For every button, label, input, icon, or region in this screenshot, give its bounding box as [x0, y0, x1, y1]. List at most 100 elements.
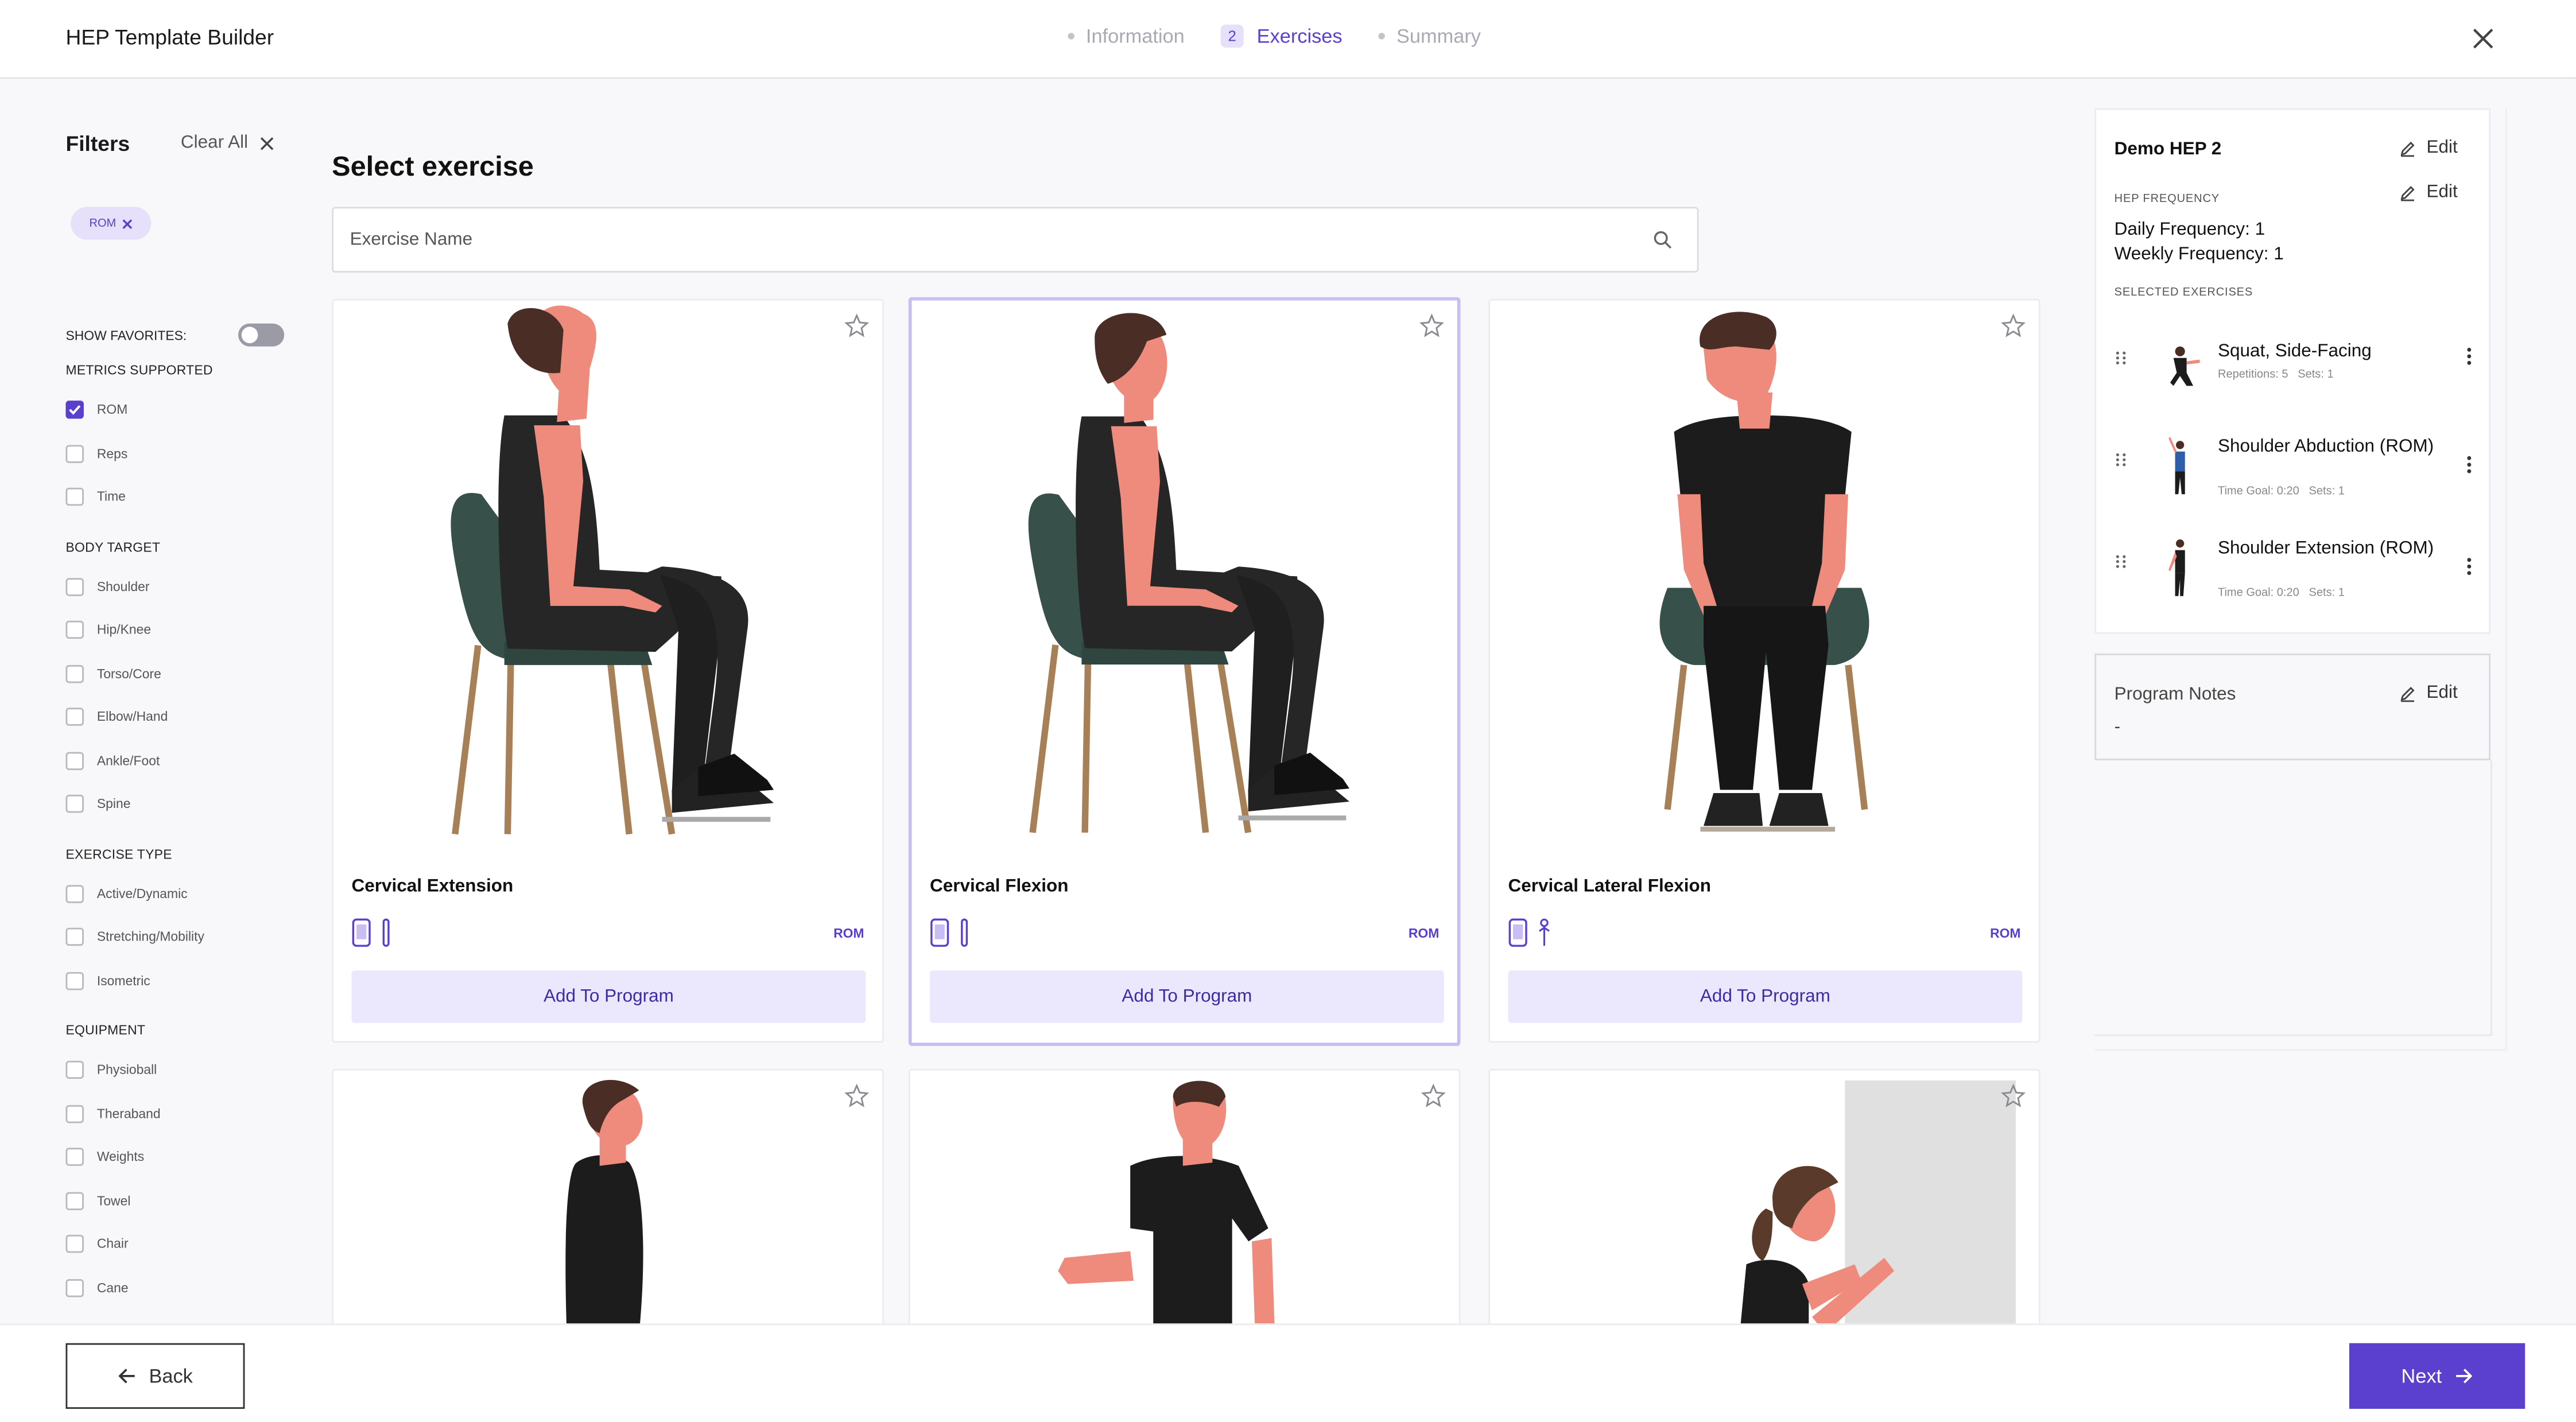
checkbox[interactable] [65, 1060, 84, 1079]
more-options-icon[interactable] [2466, 557, 2472, 576]
selected-exercise-name: Squat, Side-Facing [2217, 341, 2372, 362]
clear-all-label: Clear All [180, 133, 249, 153]
checkbox[interactable] [65, 708, 84, 726]
filter-option-towel[interactable]: Towel [65, 1192, 130, 1210]
section-equipment: EQUIPMENT [65, 1023, 146, 1038]
exercise-card-cervical-extension[interactable]: Cervical Extension ROM Add To Program [332, 298, 884, 1043]
drag-handle-icon[interactable] [2115, 452, 2128, 468]
filter-option-torso-core[interactable]: Torso/Core [65, 665, 161, 683]
option-label: Physioball [96, 1062, 157, 1078]
close-icon [260, 136, 274, 150]
more-options-icon[interactable] [2466, 347, 2472, 366]
exercise-card[interactable] [1488, 1069, 2040, 1349]
checkbox[interactable] [65, 972, 84, 990]
option-label: Active/Dynamic [96, 887, 188, 902]
page-title: Select exercise [332, 151, 534, 182]
checkbox[interactable] [65, 487, 84, 506]
favorite-star-icon[interactable] [844, 313, 870, 339]
checkbox[interactable] [65, 1234, 84, 1253]
close-icon[interactable] [121, 217, 133, 229]
search-input[interactable] [333, 208, 1632, 271]
phone-icon [930, 918, 949, 948]
add-to-program-button[interactable]: Add To Program [351, 970, 866, 1023]
filter-option-rom[interactable]: ROM [65, 401, 127, 419]
checkbox[interactable] [65, 401, 84, 419]
filter-chip-rom[interactable]: ROM [71, 207, 152, 240]
checkbox[interactable] [65, 794, 84, 813]
filter-option-cane[interactable]: Cane [65, 1279, 129, 1297]
next-button[interactable]: Next [2349, 1343, 2525, 1409]
edit-program-name-button[interactable]: Edit [2399, 138, 2458, 158]
daily-frequency: Daily Frequency: 1 [2114, 220, 2265, 240]
panel-divider [2505, 108, 2507, 1051]
selected-exercise-name: Shoulder Extension (ROM) [2217, 538, 2434, 558]
checkbox[interactable] [65, 1192, 84, 1210]
more-options-icon[interactable] [2466, 455, 2472, 475]
favorite-star-icon[interactable] [844, 1083, 870, 1109]
filter-option-stretching-mobility[interactable]: Stretching/Mobility [65, 927, 204, 946]
favorite-star-icon[interactable] [1421, 1083, 1446, 1109]
filter-option-theraband[interactable]: Theraband [65, 1105, 161, 1124]
exercise-card-cervical-flexion[interactable]: Cervical Flexion ROM Add To Program [908, 297, 1461, 1046]
filter-option-reps[interactable]: Reps [65, 445, 127, 463]
exercise-card[interactable] [908, 1069, 1461, 1349]
phone-icon [1508, 918, 1527, 948]
favorite-star-icon[interactable] [2001, 1083, 2026, 1109]
section-metrics-supported: METRICS SUPPORTED [65, 363, 213, 378]
exercise-card-cervical-lateral-flexion[interactable]: Cervical Lateral Flexion ROM Add To Prog… [1488, 298, 2040, 1043]
exercise-card[interactable] [332, 1069, 884, 1349]
weekly-frequency: Weekly Frequency: 1 [2114, 244, 2284, 265]
pencil-icon [2400, 686, 2415, 701]
step-dot [1378, 33, 1385, 40]
edit-frequency-button[interactable]: Edit [2399, 182, 2458, 202]
filter-option-active-dynamic[interactable]: Active/Dynamic [65, 885, 188, 903]
filter-option-hip-knee[interactable]: Hip/Knee [65, 620, 151, 639]
filter-option-weights[interactable]: Weights [65, 1148, 144, 1166]
search-icon[interactable] [1652, 230, 1672, 250]
checkbox[interactable] [65, 665, 84, 683]
filter-option-shoulder[interactable]: Shoulder [65, 578, 150, 596]
step-summary[interactable]: Summary [1378, 25, 1481, 48]
filter-option-ankle-foot[interactable]: Ankle/Foot [65, 752, 160, 770]
checkbox[interactable] [65, 1105, 84, 1124]
favorite-star-icon[interactable] [1419, 313, 1444, 339]
checkbox[interactable] [65, 1279, 84, 1297]
step-label: Exercises [1256, 24, 1343, 48]
checkbox[interactable] [65, 578, 84, 596]
checkbox[interactable] [65, 927, 84, 946]
favorite-star-icon[interactable] [2001, 313, 2026, 339]
drag-handle-icon[interactable] [2115, 349, 2128, 366]
selected-exercise-item[interactable]: Squat, Side-Facing Repetitions: 5 Sets: … [2115, 337, 2479, 402]
filter-option-isometric[interactable]: Isometric [65, 972, 150, 990]
section-body-target: BODY TARGET [65, 540, 161, 555]
filter-option-elbow-hand[interactable]: Elbow/Hand [65, 708, 168, 726]
checkbox[interactable] [65, 445, 84, 463]
step-information[interactable]: Information [1068, 25, 1185, 48]
exercise-name: Cervical Flexion [930, 876, 1069, 897]
selected-exercise-item[interactable]: Shoulder Abduction (ROM) Time Goal: 0:20… [2115, 432, 2479, 504]
filter-option-chair[interactable]: Chair [65, 1234, 129, 1253]
checkbox[interactable] [65, 1148, 84, 1166]
selected-exercise-item[interactable]: Shoulder Extension (ROM) Time Goal: 0:20… [2115, 534, 2479, 606]
clear-all-button[interactable]: Clear All [181, 133, 274, 153]
add-to-program-button[interactable]: Add To Program [1508, 970, 2023, 1023]
filter-option-physioball[interactable]: Physioball [65, 1060, 157, 1079]
exercise-illustration [1058, 1081, 1275, 1334]
filter-option-time[interactable]: Time [65, 487, 126, 506]
step-dot [1068, 33, 1074, 40]
meta-primary: Time Goal: 0:20 [2217, 588, 2299, 600]
step-exercises[interactable]: 2 Exercises [1220, 24, 1343, 48]
close-icon[interactable] [2469, 25, 2497, 53]
filter-option-spine[interactable]: Spine [65, 794, 130, 813]
checkbox[interactable] [65, 752, 84, 770]
checkbox[interactable] [65, 885, 84, 903]
show-favorites-label: SHOW FAVORITES: [65, 327, 187, 343]
show-favorites-toggle[interactable] [238, 323, 285, 347]
checkbox[interactable] [65, 620, 84, 639]
drag-handle-icon[interactable] [2115, 553, 2128, 570]
selected-exercise-meta: Repetitions: 5 Sets: 1 [2218, 370, 2334, 381]
back-button[interactable]: Back [65, 1343, 245, 1409]
meta-sets: Sets: 1 [2298, 369, 2334, 381]
add-to-program-button[interactable]: Add To Program [930, 970, 1444, 1023]
edit-notes-button[interactable]: Edit [2399, 683, 2458, 703]
